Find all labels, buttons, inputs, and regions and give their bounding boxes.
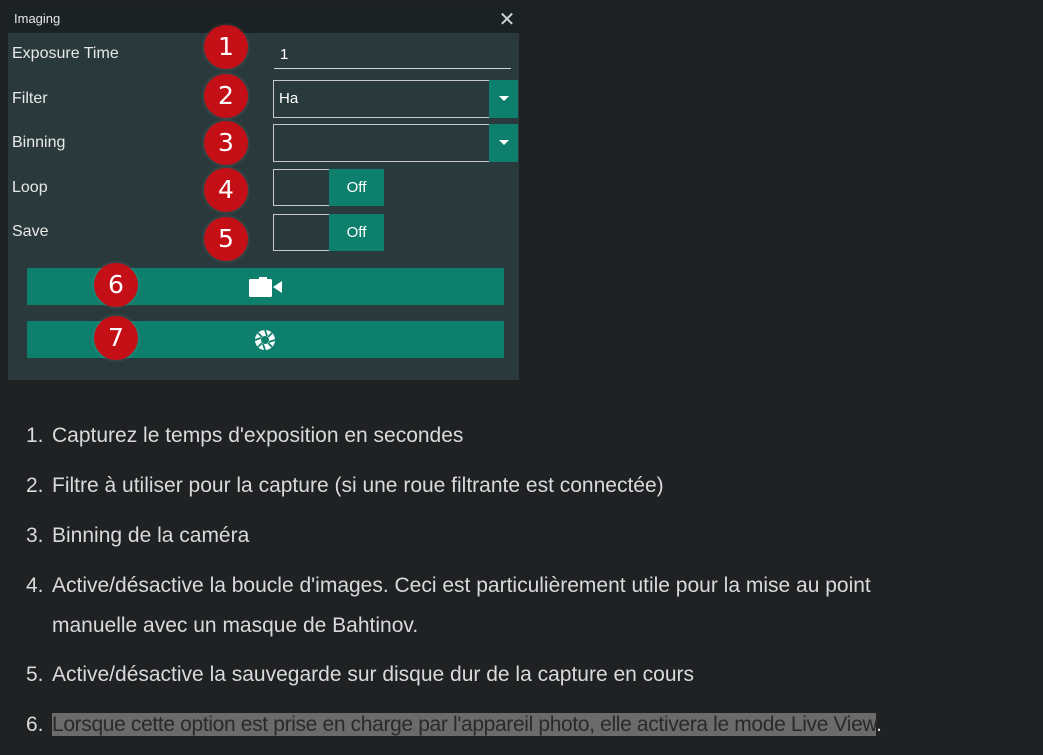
video-camera-icon (249, 277, 282, 297)
save-label: Save (12, 223, 49, 240)
list-item: 3. Binning de la caméra (26, 522, 249, 550)
camera-shutter-icon (254, 329, 276, 351)
list-item: 2. Filtre à utiliser pour la capture (si … (26, 472, 664, 500)
list-item-text: Active/désactive la boucle d'images. Cec… (52, 574, 871, 597)
filter-label: Filter (12, 90, 48, 107)
filter-value: Ha (279, 90, 299, 107)
list-item: 5. Active/désactive la sauvegarde sur dis… (26, 661, 694, 689)
callout-badge-4: 4 (204, 168, 248, 212)
loop-toggle[interactable]: Off (273, 169, 384, 206)
list-item-text: Binning de la caméra (52, 524, 250, 547)
callout-badge-6: 6 (94, 263, 138, 307)
list-item: 6. Lorsque cette option est prise en char… (26, 711, 882, 739)
list-item-text: Filtre à utiliser pour la capture (si un… (52, 474, 664, 497)
binning-label: Binning (12, 134, 66, 151)
panel-title: Imaging (14, 11, 61, 26)
callout-badge-7: 7 (94, 316, 138, 360)
list-item-text: Active/désactive la sauvegarde sur disqu… (52, 663, 695, 686)
save-toggle[interactable]: Off (273, 214, 384, 251)
callout-badge-1: 1 (204, 25, 248, 69)
list-item-text: manuelle avec un masque de Bahtinov. (52, 614, 419, 637)
list-item-number: 3. (26, 524, 44, 547)
loop-label: Loop (12, 179, 48, 196)
chevron-down-icon (499, 96, 509, 101)
list-item-number: 6. (26, 713, 44, 736)
list-item-tail: . (876, 713, 882, 736)
filter-dropdown-button[interactable] (489, 80, 518, 118)
list-item-continuation: manuelle avec un masque de Bahtinov. (26, 612, 418, 640)
binning-select[interactable] (273, 124, 518, 162)
list-item-number: 4. (26, 574, 44, 597)
filter-select[interactable]: Ha (273, 80, 518, 118)
binning-dropdown-button[interactable] (489, 124, 518, 162)
loop-toggle-state: Off (329, 169, 384, 206)
exposure-time-label: Exposure Time (12, 45, 119, 62)
list-item-number: 1. (26, 424, 44, 447)
panel-titlebar: Imaging ✕ (8, 6, 519, 33)
imaging-panel: Imaging ✕ Exposure Time 1 Filter Ha Binn… (8, 6, 519, 380)
list-item-text: Capturez le temps d'exposition en second… (52, 424, 464, 447)
chevron-down-icon (499, 140, 509, 145)
list-item: 4. Active/désactive la boucle d'images. C… (26, 572, 871, 600)
close-icon[interactable]: ✕ (497, 9, 517, 29)
highlighted-text: Lorsque cette option est prise en charge… (52, 713, 877, 736)
callout-badge-3: 3 (204, 121, 248, 165)
callout-badge-5: 5 (204, 217, 248, 261)
exposure-time-input[interactable]: 1 (274, 43, 511, 69)
callout-badge-2: 2 (204, 74, 248, 118)
list-item-number: 2. (26, 474, 44, 497)
list-item-number: 5. (26, 663, 44, 686)
save-toggle-state: Off (329, 214, 384, 251)
list-item: 1. Capturez le temps d'exposition en seco… (26, 422, 463, 450)
